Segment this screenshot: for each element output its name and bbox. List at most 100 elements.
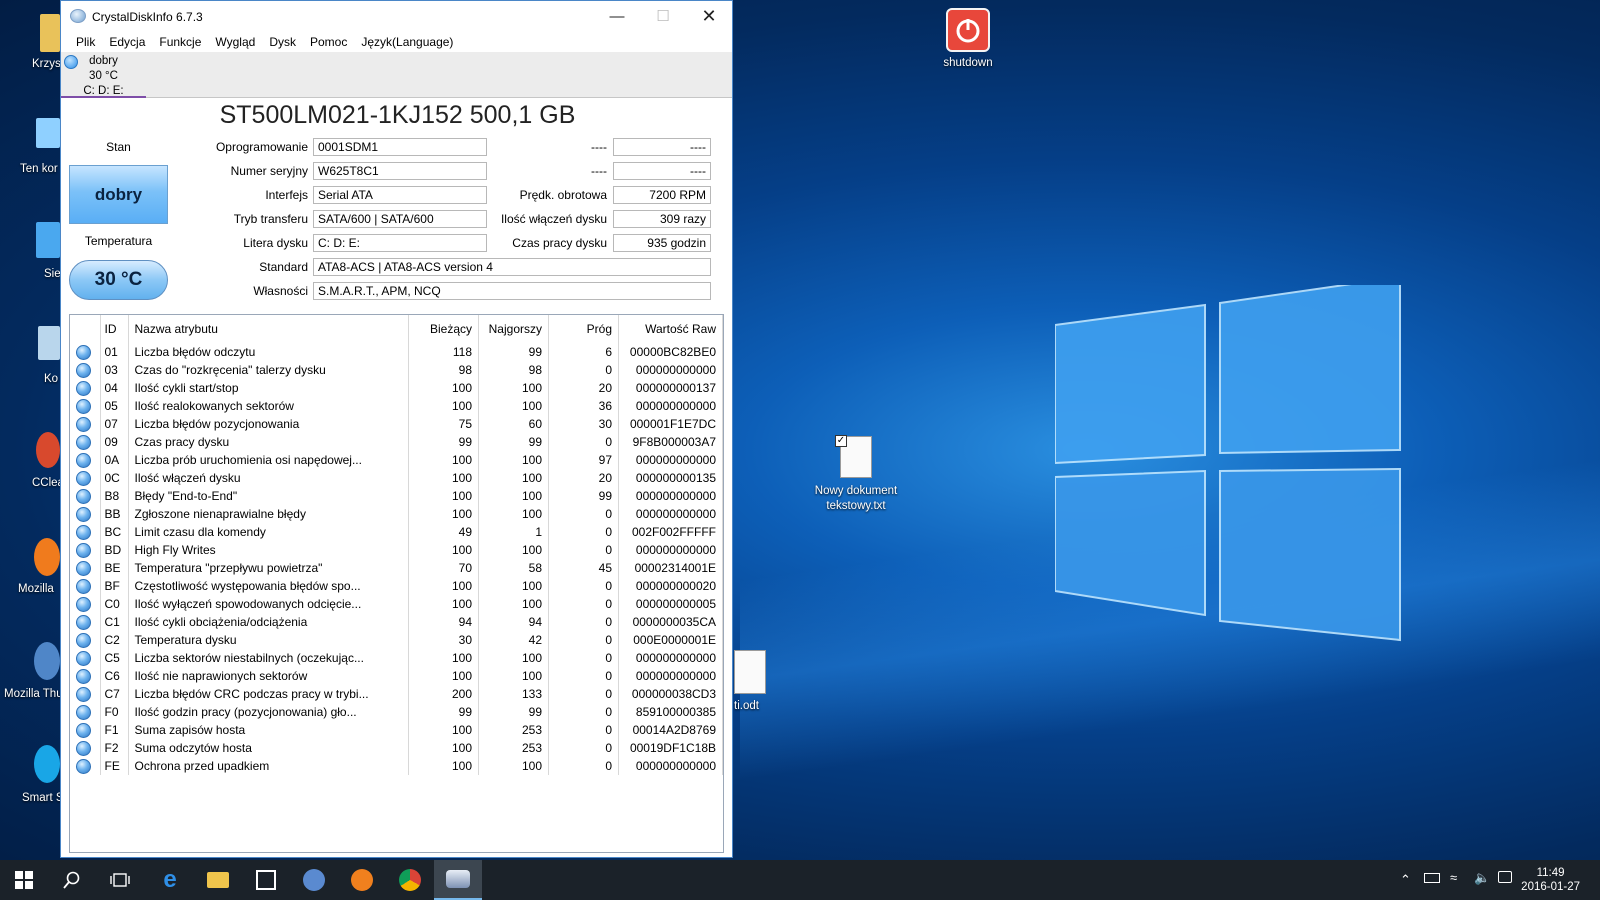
table-row[interactable]: B8 Błędy "End-to-End" 100 100 99 000000000000: [70, 487, 723, 505]
task-view-icon: [110, 873, 130, 887]
id-cell: FE: [100, 757, 129, 775]
desktop-icon-thunderbird[interactable]: Mozilla Thu: [4, 688, 63, 700]
taskbar-firefox[interactable]: [338, 860, 386, 900]
wifi-icon[interactable]: ≈: [1450, 870, 1457, 885]
status-dot-icon: [76, 740, 91, 756]
status-column-header[interactable]: [70, 315, 101, 343]
attribute-name-column-header[interactable]: Nazwa atrybutu: [128, 315, 409, 343]
close-button[interactable]: ✕: [686, 1, 732, 32]
battery-icon[interactable]: [1424, 873, 1440, 883]
worst-column-header[interactable]: Najgorszy: [478, 315, 549, 343]
table-row[interactable]: BB Zgłoszone nienaprawialne błędy 100 100 0 0…: [70, 505, 723, 523]
start-button[interactable]: [0, 860, 48, 900]
threshold-column-header[interactable]: Próg: [548, 315, 619, 343]
table-row[interactable]: 05 Ilość realokowanych sektorów 100 100 36 00…: [70, 397, 723, 415]
volume-icon[interactable]: 🔈: [1474, 870, 1490, 886]
search-button[interactable]: [48, 860, 96, 900]
table-row[interactable]: C1 Ilość cykli obciążenia/odciążenia 94 94 0…: [70, 613, 723, 631]
taskbar-edge[interactable]: e: [146, 860, 194, 900]
table-row[interactable]: C6 Ilość nie naprawionych sektorów 100 100 0…: [70, 667, 723, 685]
shutdown-label: shutdown: [943, 57, 993, 69]
menu-functions[interactable]: Funkcje: [152, 32, 208, 52]
unknown-field-2: ----: [613, 162, 711, 180]
status-cell: [70, 721, 101, 739]
current-cell: 100: [408, 577, 479, 595]
table-row[interactable]: BE Temperatura "przepływu powietrza" 70 58 4…: [70, 559, 723, 577]
table-row[interactable]: 01 Liczba błędów odczytu 118 99 6 00000BC82BE…: [70, 343, 723, 361]
desktop-icon-shutdown[interactable]: shutdown: [930, 8, 1006, 71]
temperature-button[interactable]: 30 °C: [69, 260, 168, 300]
desktop-icon-user-folder[interactable]: Krzys: [32, 58, 61, 70]
desktop-icon-odt[interactable]: ti.odt: [734, 700, 759, 712]
id-column-header[interactable]: ID: [100, 315, 129, 343]
desktop-icon-firefox[interactable]: Mozilla: [18, 583, 54, 595]
disk-tab[interactable]: dobry 30 °C C: D: E:: [61, 52, 146, 98]
taskbar-explorer[interactable]: [194, 860, 242, 900]
current-cell: 94: [408, 613, 479, 631]
chevron-up-icon[interactable]: ⌃: [1400, 872, 1411, 888]
windows-start-icon: [15, 871, 33, 889]
raw-value-column-header[interactable]: Wartość Raw: [618, 315, 723, 343]
status-cell: [70, 667, 101, 685]
status-cell: [70, 703, 101, 721]
maximize-button[interactable]: ☐: [640, 1, 686, 32]
clock[interactable]: 11:49 2016-01-27: [1521, 866, 1580, 894]
table-row[interactable]: BC Limit czasu dla komendy 49 1 0 002F002FFFF…: [70, 523, 723, 541]
desktop-icon-text-document[interactable]: ✓ Nowy dokument tekstowy.txt: [800, 435, 912, 514]
current-column-header[interactable]: Bieżący: [408, 315, 479, 343]
drive-letter-field: C: D: E:: [313, 234, 487, 252]
unknown-field-1: ----: [613, 138, 711, 156]
desktop-icon-network[interactable]: Sie: [44, 268, 61, 280]
minimize-button[interactable]: —: [594, 1, 640, 32]
disk-tab-bar: dobry 30 °C C: D: E:: [61, 52, 732, 98]
taskbar-store[interactable]: [242, 860, 290, 900]
network-icon: [36, 222, 60, 258]
standard-field: ATA8-ACS | ATA8-ACS version 4: [313, 258, 711, 276]
table-row[interactable]: 07 Liczba błędów pozycjonowania 75 60 30 0000…: [70, 415, 723, 433]
desktop-icon-this-pc[interactable]: Ten kor: [20, 163, 58, 175]
menu-file[interactable]: Plik: [69, 32, 102, 52]
menu-help[interactable]: Pomoc: [303, 32, 354, 52]
worst-cell: 60: [478, 415, 549, 433]
taskbar-chrome[interactable]: [386, 860, 434, 900]
smart-attributes-table[interactable]: ID Nazwa atrybutu Bieżący Najgorszy Próg…: [69, 314, 724, 853]
table-row[interactable]: 04 Ilość cykli start/stop 100 100 20 00000000…: [70, 379, 723, 397]
rotation-speed-label: Prędk. obrotowa: [519, 188, 607, 202]
crystaldiskinfo-icon: [446, 870, 470, 888]
desktop-icon-skype[interactable]: Smart S: [22, 792, 64, 804]
table-row[interactable]: 0A Liczba prób uruchomienia osi napędowej…: [70, 451, 723, 469]
task-view-button[interactable]: [96, 860, 144, 900]
menu-disk[interactable]: Dysk: [262, 32, 303, 52]
health-status-icon: [64, 55, 78, 69]
health-status-button[interactable]: dobry: [69, 165, 168, 224]
table-row[interactable]: FE Ochrona przed upadkiem 100 100 0 000000000…: [70, 757, 723, 775]
menu-language[interactable]: Język(Language): [354, 32, 460, 52]
notifications-icon[interactable]: [1498, 871, 1512, 883]
table-row[interactable]: C0 Ilość wyłączeń spowodowanych odcięcie.…: [70, 595, 723, 613]
table-row[interactable]: 0C Ilość włączeń dysku 100 100 20 00000000013…: [70, 469, 723, 487]
taskbar-crystaldiskinfo[interactable]: [434, 860, 482, 900]
temperature-label: Temperatura: [84, 234, 153, 248]
desktop-icon-recycle-bin[interactable]: Ko: [44, 373, 58, 385]
table-row[interactable]: BD High Fly Writes 100 100 0 000000000000: [70, 541, 723, 559]
table-row[interactable]: F2 Suma odczytów hosta 100 253 0 00019DF1C18B: [70, 739, 723, 757]
status-dot-icon: [76, 470, 91, 486]
table-row[interactable]: C2 Temperatura dysku 30 42 0 000E0000001E: [70, 631, 723, 649]
table-row[interactable]: 03 Czas do "rozkręcenia" talerzy dysku 98 9…: [70, 361, 723, 379]
status-cell: [70, 631, 101, 649]
taskbar-thunderbird[interactable]: [290, 860, 338, 900]
menu-view[interactable]: Wygląd: [208, 32, 262, 52]
status-cell: [70, 505, 101, 523]
table-row[interactable]: F0 Ilość godzin pracy (pozycjonowania) gł…: [70, 703, 723, 721]
table-row[interactable]: F1 Suma zapisów hosta 100 253 0 00014A2D8769: [70, 721, 723, 739]
table-row[interactable]: C7 Liczba błędów CRC podczas pracy w tryb…: [70, 685, 723, 703]
threshold-cell: 0: [548, 649, 619, 667]
table-row[interactable]: C5 Liczba sektorów niestabilnych (oczekuj…: [70, 649, 723, 667]
table-row[interactable]: BF Częstotliwość występowania błędów spo.…: [70, 577, 723, 595]
title-bar[interactable]: CrystalDiskInfo 6.7.3 — ☐ ✕: [61, 1, 732, 32]
menu-edit[interactable]: Edycja: [102, 32, 152, 52]
thunderbird-icon: [34, 642, 60, 680]
worst-cell: 94: [478, 613, 549, 631]
table-row[interactable]: 09 Czas pracy dysku 99 99 0 9F8B000003A7: [70, 433, 723, 451]
checkbox-icon[interactable]: ✓: [835, 435, 847, 447]
